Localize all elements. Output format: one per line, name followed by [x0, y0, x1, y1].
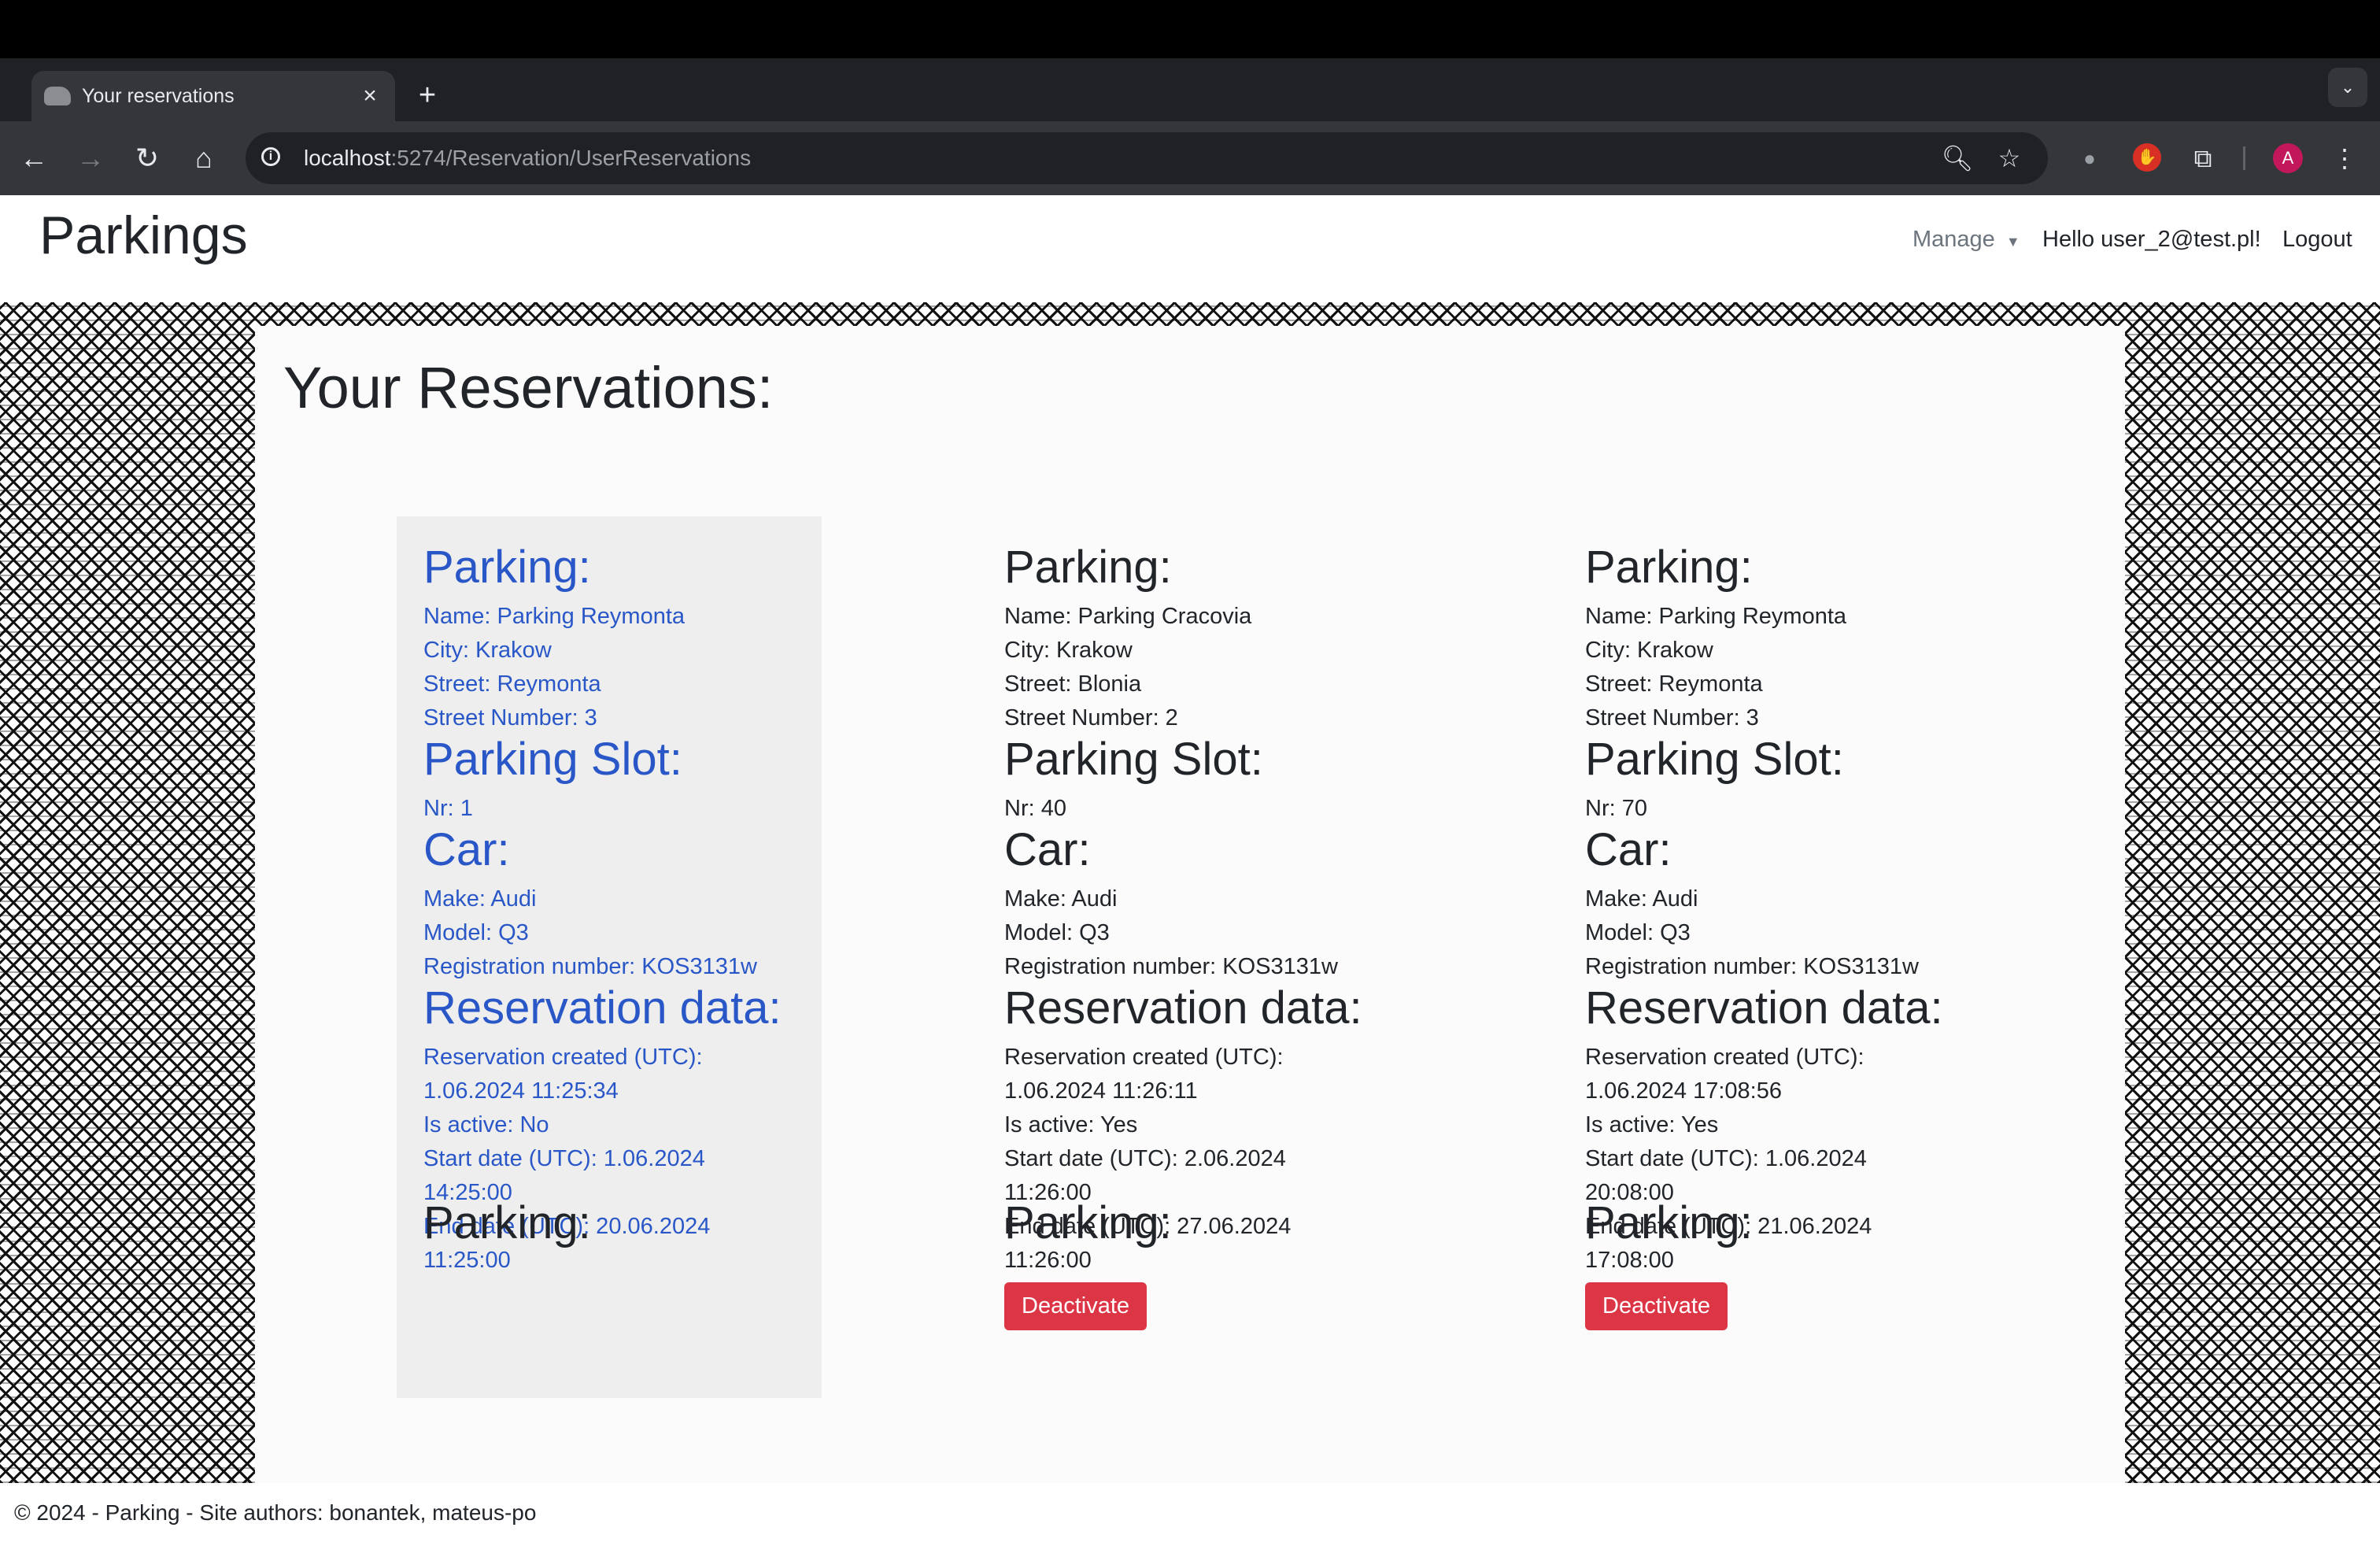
- reload-icon[interactable]: ↻: [126, 137, 168, 179]
- parking-slot-heading: Parking Slot:: [1585, 734, 1844, 785]
- parking-heading: Parking:: [423, 542, 591, 593]
- extension-icon[interactable]: ●: [2068, 137, 2111, 179]
- next-card-parking-heading: Parking:: [1004, 1197, 1172, 1248]
- parking-city: City: Krakow: [423, 638, 552, 663]
- site-info-icon[interactable]: i: [261, 147, 280, 166]
- brand-link[interactable]: Parkings: [39, 205, 248, 266]
- created-value: 1.06.2024 11:25:34: [423, 1078, 619, 1104]
- created-label: Reservation created (UTC):: [1004, 1045, 1284, 1070]
- reservation-data-heading: Reservation data:: [1004, 982, 1362, 1034]
- is-active: Is active: No: [423, 1112, 549, 1137]
- deactivate-button[interactable]: Deactivate: [1585, 1282, 1728, 1330]
- more-menu-icon[interactable]: ⋮: [2323, 137, 2366, 179]
- toolbar-divider: [2243, 146, 2245, 170]
- car-make: Make: Audi: [1585, 886, 1698, 912]
- url-text[interactable]: localhost:5274/Reservation/UserReservati…: [304, 146, 751, 171]
- url-host: localhost: [304, 146, 391, 170]
- created-value: 1.06.2024 17:08:56: [1585, 1078, 1782, 1104]
- car-make: Make: Audi: [1004, 886, 1118, 912]
- next-card-parking-heading: Parking:: [1585, 1197, 1753, 1248]
- next-card-parking-heading: Parking:: [423, 1197, 591, 1248]
- is-active: Is active: Yes: [1585, 1112, 1719, 1137]
- browser-tab-strip: Your reservations × + ⌄: [0, 58, 2380, 121]
- reservation-data-heading: Reservation data:: [423, 982, 782, 1034]
- reservation-card: Parking: Name: Parking Reymonta City: Kr…: [397, 516, 822, 1398]
- reservation-card: Parking: Name: Parking Cracovia City: Kr…: [978, 516, 1402, 1398]
- manage-dropdown[interactable]: Manage ▼: [1913, 227, 2020, 253]
- slot-number: Nr: 70: [1585, 796, 1647, 821]
- slot-number: Nr: 1: [423, 796, 473, 821]
- site-navbar: Parkings Manage ▼ Hello user_2@test.pl! …: [0, 195, 2380, 302]
- car-favicon-icon: [44, 87, 71, 105]
- parking-name: Name: Parking Reymonta: [423, 604, 686, 629]
- start-date: Start date (UTC): 1.06.2024: [1585, 1146, 1867, 1171]
- tab-title: Your reservations: [82, 85, 235, 107]
- address-bar[interactable]: i localhost:5274/Reservation/UserReserva…: [246, 132, 2048, 184]
- extensions-puzzle-icon[interactable]: ⧉: [2182, 137, 2224, 179]
- tab-search-chevron-icon[interactable]: ⌄: [2328, 68, 2367, 107]
- back-arrow-icon[interactable]: ←: [13, 137, 55, 179]
- created-label: Reservation created (UTC):: [423, 1045, 703, 1070]
- parking-heading: Parking:: [1004, 542, 1172, 593]
- url-path: :5274/Reservation/UserReservations: [390, 146, 752, 170]
- parking-heading: Parking:: [1585, 542, 1753, 593]
- slot-number: Nr: 40: [1004, 796, 1066, 821]
- hello-user-link[interactable]: Hello user_2@test.pl!: [2042, 227, 2261, 253]
- background-pattern: Your Reservations: Parking: Name: Parkin…: [0, 302, 2380, 1483]
- created-label: Reservation created (UTC):: [1585, 1045, 1864, 1070]
- car-model: Model: Q3: [423, 920, 529, 945]
- logout-button[interactable]: Logout: [2282, 227, 2352, 253]
- parking-slot-heading: Parking Slot:: [1004, 734, 1263, 785]
- caret-down-icon: ▼: [2005, 234, 2020, 250]
- is-active: Is active: Yes: [1004, 1112, 1138, 1137]
- os-menu-bar: [0, 0, 2380, 58]
- car-model: Model: Q3: [1585, 920, 1691, 945]
- car-registration: Registration number: KOS3131w: [1585, 954, 1919, 979]
- parking-street-number: Street Number: 2: [1004, 705, 1178, 730]
- close-tab-icon[interactable]: ×: [354, 80, 386, 112]
- start-date: Start date (UTC): 1.06.2024: [423, 1146, 705, 1171]
- browser-tab[interactable]: Your reservations ×: [31, 71, 395, 121]
- parking-city: City: Krakow: [1585, 638, 1713, 663]
- footer-text: © 2024 - Parking - Site authors: bonante…: [14, 1500, 537, 1525]
- bookmark-star-icon[interactable]: ☆: [1990, 139, 2029, 178]
- created-value: 1.06.2024 11:26:11: [1004, 1078, 1198, 1104]
- forward-arrow-icon[interactable]: →: [69, 137, 112, 179]
- reservation-card: Parking: Name: Parking Reymonta City: Kr…: [1558, 516, 1983, 1398]
- car-make: Make: Audi: [423, 886, 537, 912]
- car-registration: Registration number: KOS3131w: [423, 954, 757, 979]
- parking-slot-heading: Parking Slot:: [423, 734, 682, 785]
- parking-city: City: Krakow: [1004, 638, 1133, 663]
- page-title: Your Reservations:: [283, 355, 774, 420]
- zoom-icon[interactable]: 🔍︎: [1938, 139, 1977, 178]
- car-heading: Car:: [1585, 824, 1672, 875]
- home-icon[interactable]: ⌂: [183, 137, 225, 179]
- parking-street-number: Street Number: 3: [1585, 705, 1759, 730]
- car-model: Model: Q3: [1004, 920, 1110, 945]
- browser-toolbar: ← → ↻ ⌂ i localhost:5274/Reservation/Use…: [0, 121, 2380, 195]
- parking-street: Street: Reymonta: [1585, 671, 1763, 697]
- parking-street: Street: Reymonta: [423, 671, 601, 697]
- profile-avatar[interactable]: A: [2273, 143, 2303, 173]
- reservation-data-heading: Reservation data:: [1585, 982, 1943, 1034]
- start-date: Start date (UTC): 2.06.2024: [1004, 1146, 1286, 1171]
- parking-street: Street: Blonia: [1004, 671, 1142, 697]
- deactivate-button[interactable]: Deactivate: [1004, 1282, 1148, 1330]
- manage-label: Manage: [1913, 227, 1995, 252]
- new-tab-button[interactable]: +: [409, 77, 445, 113]
- site-footer: © 2024 - Parking - Site authors: bonante…: [0, 1483, 2380, 1546]
- car-registration: Registration number: KOS3131w: [1004, 954, 1338, 979]
- car-heading: Car:: [1004, 824, 1091, 875]
- parking-name: Name: Parking Reymonta: [1585, 604, 1847, 629]
- adblock-extension-icon[interactable]: ✋: [2133, 143, 2161, 172]
- main-container: Your Reservations: Parking: Name: Parkin…: [255, 326, 2125, 1483]
- car-heading: Car:: [423, 824, 510, 875]
- parking-street-number: Street Number: 3: [423, 705, 597, 730]
- parking-name: Name: Parking Cracovia: [1004, 604, 1252, 629]
